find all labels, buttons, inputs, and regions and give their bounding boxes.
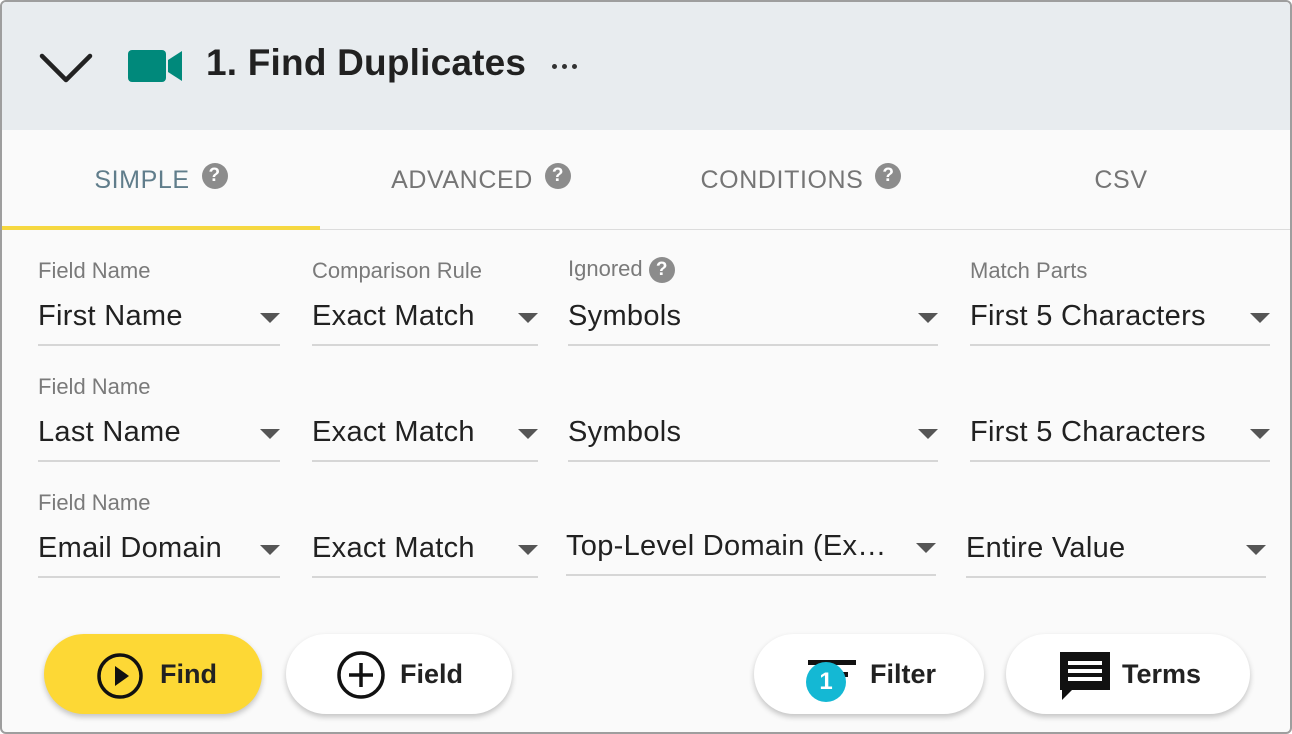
select-value: First 5 Characters — [970, 416, 1206, 448]
page-title: 1. Find Duplicates — [206, 42, 527, 83]
chevron-down-icon[interactable] — [38, 48, 94, 88]
find-duplicates-card: 1. Find Duplicates SIMPLE ? ADVANCED ? C… — [0, 0, 1292, 734]
dropdown-caret-icon — [260, 545, 280, 555]
tab-label: CONDITIONS — [700, 165, 864, 194]
comparison-rule-select[interactable]: Exact Match — [312, 532, 538, 578]
ignored-label: Ignored? — [568, 256, 675, 284]
dropdown-caret-icon — [518, 429, 538, 439]
ignored-select[interactable]: Top-Level Domain (Extension) — [566, 530, 936, 576]
comparison-rule-select[interactable]: Exact Match — [312, 416, 538, 462]
add-field-button[interactable]: Field — [286, 634, 512, 714]
match-parts-select[interactable]: First 5 Characters — [970, 300, 1270, 346]
match-parts-label: Match Parts — [970, 258, 1088, 283]
match-parts-select[interactable]: Entire Value — [966, 532, 1266, 578]
comment-icon — [1060, 652, 1110, 700]
field-name-select[interactable]: First Name — [38, 300, 280, 346]
help-icon[interactable]: ? — [648, 257, 675, 284]
tab-conditions[interactable]: CONDITIONS ? — [642, 130, 960, 230]
select-value: Exact Match — [312, 532, 475, 564]
select-value: Exact Match — [312, 300, 475, 332]
dropdown-caret-icon — [1250, 429, 1270, 439]
ignored-select[interactable]: Symbols — [568, 416, 938, 462]
find-button[interactable]: Find — [44, 634, 262, 714]
dropdown-caret-icon — [260, 313, 280, 323]
dropdown-caret-icon — [918, 429, 938, 439]
video-camera-icon — [128, 50, 182, 82]
field-name-label: Field Name — [38, 490, 151, 515]
field-name-select[interactable]: Last Name — [38, 416, 280, 462]
dropdown-caret-icon — [1250, 313, 1270, 323]
filter-button-label: Filter — [870, 658, 937, 689]
dropdown-caret-icon — [1246, 545, 1266, 555]
comparison-rule-label: Comparison Rule — [312, 258, 482, 283]
field-name-label: Field Name — [38, 258, 151, 283]
tab-simple[interactable]: SIMPLE ? — [2, 130, 320, 230]
select-value: Exact Match — [312, 416, 475, 448]
terms-button-label: Terms — [1122, 658, 1202, 689]
select-value: Symbols — [568, 300, 682, 332]
select-value: First Name — [38, 300, 183, 332]
filter-button[interactable]: 1 Filter — [754, 634, 984, 714]
dropdown-caret-icon — [918, 313, 938, 323]
select-value: Email Domain — [38, 532, 223, 564]
dropdown-caret-icon — [916, 543, 936, 553]
select-value: First 5 Characters — [970, 300, 1206, 332]
tab-advanced[interactable]: ADVANCED ? — [322, 130, 640, 230]
select-value: Entire Value — [966, 532, 1126, 564]
select-value: Symbols — [568, 416, 682, 448]
active-tab-indicator — [2, 226, 320, 230]
play-circle-icon — [97, 653, 143, 699]
comparison-rule-select[interactable]: Exact Match — [312, 300, 538, 346]
tab-bar: SIMPLE ? ADVANCED ? CONDITIONS ? CSV — [2, 130, 1290, 230]
filter-count-badge: 1 — [806, 662, 846, 702]
field-name-select[interactable]: Email Domain — [38, 532, 280, 578]
dropdown-caret-icon — [260, 429, 280, 439]
tab-label: CSV — [1094, 165, 1148, 194]
plus-circle-icon — [337, 651, 385, 699]
field-name-label: Field Name — [38, 374, 151, 399]
help-icon[interactable]: ? — [201, 163, 228, 189]
select-value: Last Name — [38, 416, 181, 448]
select-value: Top-Level Domain (Extension) — [566, 530, 892, 562]
dropdown-caret-icon — [518, 313, 538, 323]
tab-csv[interactable]: CSV — [962, 130, 1280, 230]
find-button-label: Find — [160, 658, 217, 689]
add-field-label: Field — [400, 658, 464, 689]
help-icon[interactable]: ? — [875, 163, 902, 189]
card-header: 1. Find Duplicates — [2, 2, 1290, 130]
tab-label: SIMPLE — [94, 165, 190, 194]
tab-label: ADVANCED — [391, 165, 533, 194]
ignored-label-text: Ignored — [568, 256, 643, 281]
dropdown-caret-icon — [518, 545, 538, 555]
terms-button[interactable]: Terms — [1006, 634, 1250, 714]
help-icon[interactable]: ? — [544, 163, 571, 189]
match-parts-select[interactable]: First 5 Characters — [970, 416, 1270, 462]
ignored-select[interactable]: Symbols — [568, 300, 938, 346]
more-horizontal-icon[interactable] — [550, 48, 582, 84]
